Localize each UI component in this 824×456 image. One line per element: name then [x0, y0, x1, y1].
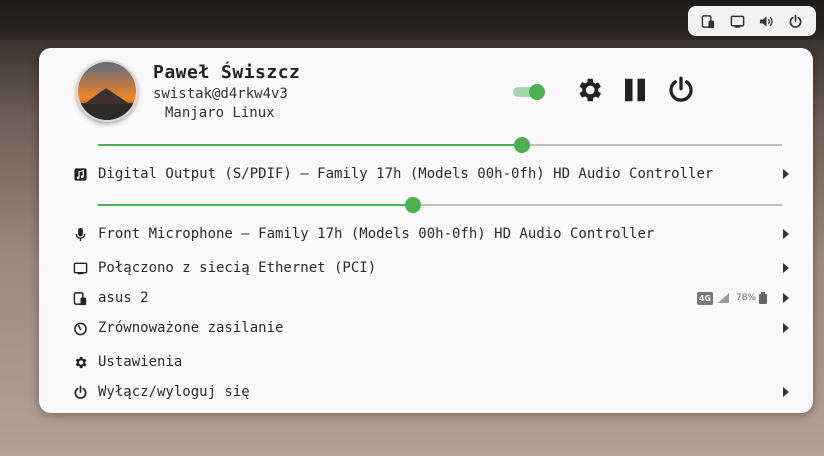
power-icon: [666, 75, 696, 109]
system-menu: Paweł Świszcz swistak@d4rkw4v3 Manjaro L…: [39, 48, 813, 413]
input-device-item[interactable]: Front Microphone – Family 17h (Models 00…: [71, 222, 789, 246]
signal-icon: [717, 293, 729, 303]
device-label: asus 2: [98, 290, 149, 306]
microphone-row: [71, 193, 783, 226]
settings-button[interactable]: [573, 76, 605, 108]
chevron-right-icon: [783, 387, 789, 397]
volume-slider[interactable]: [98, 137, 782, 153]
battery-percent: 78%: [735, 293, 756, 303]
phone-link-icon: [71, 289, 89, 307]
volume-row: [71, 133, 783, 164]
microphone-icon: [71, 225, 89, 243]
ethernet-icon: [71, 259, 89, 277]
settings-icon: [574, 75, 604, 109]
top-panel: [0, 0, 824, 40]
power-profile-item[interactable]: Zrównoważone zasilanie: [71, 316, 789, 340]
logout-item[interactable]: Wyłącz/wyloguj się: [71, 380, 789, 404]
network-4g-badge: 4G: [696, 291, 713, 305]
pause-icon: [620, 75, 650, 109]
system-tray[interactable]: [688, 6, 816, 36]
chevron-right-icon: [783, 229, 789, 239]
microphone-slider-handle[interactable]: [404, 197, 421, 213]
pause-button[interactable]: [619, 76, 651, 108]
logout-label: Wyłącz/wyloguj się: [98, 384, 250, 400]
output-device-label: Digital Output (S/PDIF) – Family 17h (Mo…: [98, 166, 714, 182]
display-icon[interactable]: [729, 12, 747, 30]
music-note-icon: [71, 165, 89, 183]
network-item[interactable]: Połączono z siecią Ethernet (PCI): [71, 256, 789, 280]
battery-icon: [759, 292, 767, 304]
chevron-right-icon: [783, 323, 789, 333]
power-icon: [71, 383, 89, 401]
user-os: Manjaro Linux: [165, 105, 275, 121]
settings-label: Ustawienia: [98, 354, 183, 370]
settings-icon: [71, 353, 89, 371]
session-toggle[interactable]: [511, 82, 545, 102]
power-off-button[interactable]: [665, 76, 697, 108]
chevron-right-icon: [783, 263, 789, 273]
device-item[interactable]: asus 2 4G 78%: [71, 286, 789, 310]
power-profile-label: Zrównoważone zasilanie: [98, 320, 284, 336]
device-status: 4G 78%: [696, 290, 767, 306]
network-label: Połączono z siecią Ethernet (PCI): [98, 260, 377, 276]
volume-slider-handle[interactable]: [514, 137, 531, 153]
user-name: Paweł Świszcz: [153, 62, 301, 83]
chevron-right-icon: [783, 293, 789, 303]
input-device-label: Front Microphone – Family 17h (Models 00…: [98, 226, 655, 242]
avatar[interactable]: [76, 60, 138, 122]
microphone-slider[interactable]: [98, 197, 782, 213]
chevron-right-icon: [783, 169, 789, 179]
phone-link-icon[interactable]: [700, 12, 718, 30]
header-controls: [511, 74, 697, 110]
speedometer-icon: [71, 319, 89, 337]
power-icon[interactable]: [787, 12, 805, 30]
user-host: swistak@d4rkw4v3: [153, 86, 288, 102]
output-device-item[interactable]: Digital Output (S/PDIF) – Family 17h (Mo…: [71, 162, 789, 186]
settings-item[interactable]: Ustawienia: [71, 350, 783, 374]
volume-icon[interactable]: [758, 12, 776, 30]
